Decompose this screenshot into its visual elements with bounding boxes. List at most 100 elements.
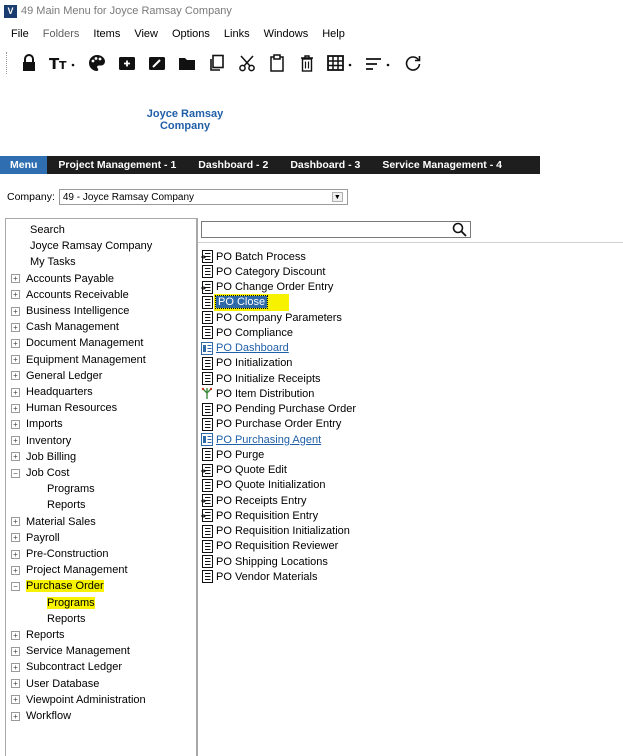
tree-item-programs[interactable]: Programs <box>47 481 95 497</box>
tab-menu[interactable]: Menu <box>0 156 48 174</box>
form-item-po-initialization[interactable]: PO Initialization <box>201 356 292 371</box>
form-item-po-batch-process[interactable]: PO Batch Process <box>201 249 306 264</box>
tree-item-accounts-payable[interactable]: + Accounts Payable <box>11 271 114 287</box>
tree-item-cash-management[interactable]: + Cash Management <box>11 319 119 335</box>
expand-icon[interactable]: + <box>11 290 20 300</box>
expand-icon[interactable]: + <box>11 630 20 640</box>
tree-item-headquarters[interactable]: + Headquarters <box>11 384 93 400</box>
menu-help[interactable]: Help <box>322 28 345 40</box>
form-item-po-purge[interactable]: PO Purge <box>201 447 264 462</box>
expand-icon[interactable]: + <box>11 517 20 527</box>
sort-icon[interactable] <box>364 52 394 74</box>
tree-item-my-tasks[interactable]: My Tasks <box>30 254 76 270</box>
cut-icon[interactable] <box>236 52 258 74</box>
copy-icon[interactable] <box>206 52 228 74</box>
tree-item-equipment-management[interactable]: + Equipment Management <box>11 352 146 368</box>
delete-icon[interactable] <box>296 52 318 74</box>
form-item-po-item-distribution[interactable]: PO Item Distribution <box>201 386 314 401</box>
tree-item-job-billing[interactable]: + Job Billing <box>11 449 76 465</box>
tree-item-job-cost[interactable]: − Job Cost <box>11 465 69 481</box>
tree-item-reports[interactable]: + Reports <box>11 627 65 643</box>
menu-items[interactable]: Items <box>93 28 120 40</box>
form-item-po-initialize-receipts[interactable]: PO Initialize Receipts <box>201 371 321 386</box>
tree-item-document-management[interactable]: + Document Management <box>11 335 143 351</box>
tree-item-reports[interactable]: Reports <box>47 611 86 627</box>
toolbar-grip[interactable] <box>6 52 8 74</box>
expand-icon[interactable]: + <box>11 549 20 559</box>
collapse-icon[interactable]: − <box>11 468 20 478</box>
tree-item-business-intelligence[interactable]: + Business Intelligence <box>11 303 129 319</box>
expand-icon[interactable]: + <box>11 711 20 721</box>
text-size-icon[interactable]: TT <box>48 52 78 74</box>
company-select[interactable]: 49 - Joyce Ramsay Company ▼ <box>58 189 348 205</box>
expand-icon[interactable]: + <box>11 436 20 446</box>
tree-item-inventory[interactable]: + Inventory <box>11 433 71 449</box>
tree-item-subcontract-ledger[interactable]: + Subcontract Ledger <box>11 659 122 675</box>
expand-icon[interactable]: + <box>11 452 20 462</box>
menu-windows[interactable]: Windows <box>264 28 309 40</box>
expand-icon[interactable]: + <box>11 533 20 543</box>
tree-item-programs[interactable]: Programs <box>47 595 95 611</box>
search-input[interactable] <box>201 221 471 238</box>
expand-icon[interactable]: + <box>11 403 20 413</box>
tree-item-search[interactable]: Search <box>30 222 65 238</box>
tree-item-imports[interactable]: + Imports <box>11 416 63 432</box>
form-item-po-vendor-materials[interactable]: PO Vendor Materials <box>201 569 318 584</box>
form-item-po-quote-initialization[interactable]: PO Quote Initialization <box>201 478 325 493</box>
tree-item-user-database[interactable]: + User Database <box>11 676 99 692</box>
form-item-po-purchasing-agent[interactable]: PO Purchasing Agent <box>201 432 321 447</box>
form-item-po-shipping-locations[interactable]: PO Shipping Locations <box>201 554 328 569</box>
expand-icon[interactable]: + <box>11 306 20 316</box>
form-item-po-requisition-initialization[interactable]: PO Requisition Initialization <box>201 524 350 539</box>
folder-icon[interactable] <box>176 52 198 74</box>
form-item-po-quote-edit[interactable]: PO Quote Edit <box>201 463 287 478</box>
tree-item-general-ledger[interactable]: + General Ledger <box>11 368 102 384</box>
expand-icon[interactable]: + <box>11 565 20 575</box>
tab-dashboard-2[interactable]: Dashboard - 2 <box>187 156 279 174</box>
tree-item-accounts-receivable[interactable]: + Accounts Receivable <box>11 287 129 303</box>
tree-item-material-sales[interactable]: + Material Sales <box>11 514 96 530</box>
collapse-icon[interactable]: − <box>11 581 20 591</box>
form-item-po-compliance[interactable]: PO Compliance <box>201 325 293 340</box>
tree-item-purchase-order[interactable]: − Purchase Order <box>11 578 104 594</box>
expand-icon[interactable]: + <box>11 274 20 284</box>
tab-project-management-1[interactable]: Project Management - 1 <box>47 156 187 174</box>
menu-file[interactable]: File <box>11 28 29 40</box>
form-item-po-requisition-entry[interactable]: PO Requisition Entry <box>201 508 318 523</box>
menu-folders[interactable]: Folders <box>43 28 80 40</box>
expand-icon[interactable]: + <box>11 322 20 332</box>
edit-icon[interactable] <box>146 52 168 74</box>
tree-item-viewpoint-administration[interactable]: + Viewpoint Administration <box>11 692 146 708</box>
menu-options[interactable]: Options <box>172 28 210 40</box>
form-item-po-close[interactable]: PO Close <box>201 293 290 311</box>
lock-icon[interactable] <box>18 52 40 74</box>
menu-links[interactable]: Links <box>224 28 250 40</box>
expand-icon[interactable]: + <box>11 338 20 348</box>
tab-service-management-4[interactable]: Service Management - 4 <box>371 156 513 174</box>
expand-icon[interactable]: + <box>11 695 20 705</box>
expand-icon[interactable]: + <box>11 646 20 656</box>
expand-icon[interactable]: + <box>11 662 20 672</box>
palette-icon[interactable] <box>86 52 108 74</box>
form-item-po-requisition-reviewer[interactable]: PO Requisition Reviewer <box>201 539 338 554</box>
tree-item-joyce-ramsay-company[interactable]: Joyce Ramsay Company <box>30 238 152 254</box>
paste-icon[interactable] <box>266 52 288 74</box>
form-item-po-category-discount[interactable]: PO Category Discount <box>201 264 325 279</box>
tree-item-pre-construction[interactable]: + Pre-Construction <box>11 546 109 562</box>
tree-item-workflow[interactable]: + Workflow <box>11 708 71 724</box>
form-item-po-dashboard[interactable]: PO Dashboard <box>201 341 289 356</box>
chevron-down-icon[interactable]: ▼ <box>331 192 343 202</box>
expand-icon[interactable]: + <box>11 387 20 397</box>
tree-item-reports[interactable]: Reports <box>47 497 86 513</box>
grid-icon[interactable] <box>326 52 356 74</box>
tree-item-payroll[interactable]: + Payroll <box>11 530 60 546</box>
form-item-po-change-order-entry[interactable]: PO Change Order Entry <box>201 280 333 295</box>
tree-item-service-management[interactable]: + Service Management <box>11 643 130 659</box>
tree-item-human-resources[interactable]: + Human Resources <box>11 400 117 416</box>
search-icon[interactable] <box>452 222 467 237</box>
tab-dashboard-3[interactable]: Dashboard - 3 <box>279 156 371 174</box>
form-item-po-company-parameters[interactable]: PO Company Parameters <box>201 310 342 325</box>
form-item-po-pending-purchase-order[interactable]: PO Pending Purchase Order <box>201 402 356 417</box>
tree-item-project-management[interactable]: + Project Management <box>11 562 128 578</box>
expand-icon[interactable]: + <box>11 371 20 381</box>
